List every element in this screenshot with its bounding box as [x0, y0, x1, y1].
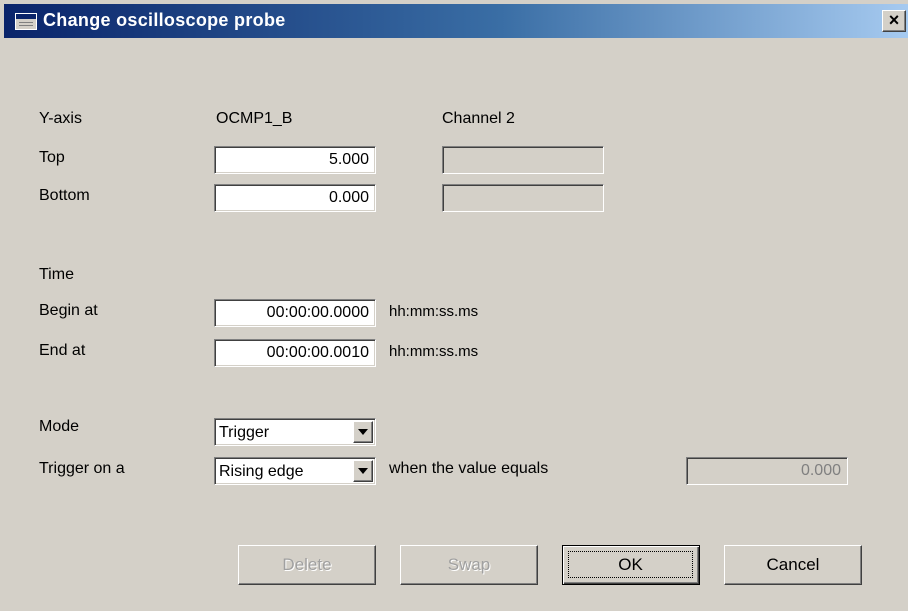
begin-at-label: Begin at	[39, 302, 98, 319]
bottom-input-channel2	[442, 184, 604, 212]
bottom-input-channel1[interactable]: 0.000	[214, 184, 376, 212]
dialog-window-icon	[15, 13, 37, 30]
chevron-down-icon[interactable]	[353, 460, 373, 482]
change-probe-dialog: Change oscilloscope probe × Y-axis OCMP1…	[0, 0, 908, 611]
window-title: Change oscilloscope probe	[43, 10, 286, 30]
trigger-edge-select[interactable]: Rising edge	[214, 457, 376, 485]
yaxis-label: Y-axis	[39, 110, 82, 127]
channel1-name: OCMP1_B	[216, 110, 293, 127]
trigger-edge-selected-value: Rising edge	[219, 463, 304, 480]
bottom-label: Bottom	[39, 187, 90, 204]
trigger-value-input: 0.000	[686, 457, 848, 485]
top-input-channel2	[442, 146, 604, 174]
top-input-channel1[interactable]: 5.000	[214, 146, 376, 174]
begin-time-input[interactable]: 00:00:00.0000	[214, 299, 376, 327]
time-label: Time	[39, 266, 74, 283]
close-button[interactable]: ×	[882, 10, 906, 32]
end-format-hint: hh:mm:ss.ms	[389, 343, 479, 360]
end-time-input[interactable]: 00:00:00.0010	[214, 339, 376, 367]
chevron-down-icon[interactable]	[353, 421, 373, 443]
mode-label: Mode	[39, 418, 80, 435]
end-at-label: End at	[39, 342, 86, 359]
channel2-name: Channel 2	[442, 110, 515, 127]
cancel-button[interactable]: Cancel	[724, 545, 862, 585]
swap-button[interactable]: Swap	[400, 545, 538, 585]
trigger-on-label: Trigger on a	[39, 460, 125, 477]
begin-format-hint: hh:mm:ss.ms	[389, 303, 479, 320]
delete-button[interactable]: Delete	[238, 545, 376, 585]
mode-select[interactable]: Trigger	[214, 418, 376, 446]
title-bar[interactable]: Change oscilloscope probe ×	[4, 4, 908, 38]
mode-selected-value: Trigger	[219, 424, 270, 441]
trigger-condition-text: when the value equals	[389, 460, 549, 477]
ok-button[interactable]: OK	[562, 545, 700, 585]
top-label: Top	[39, 149, 65, 166]
ok-button-label: OK	[568, 551, 693, 578]
close-icon: ×	[888, 10, 900, 30]
